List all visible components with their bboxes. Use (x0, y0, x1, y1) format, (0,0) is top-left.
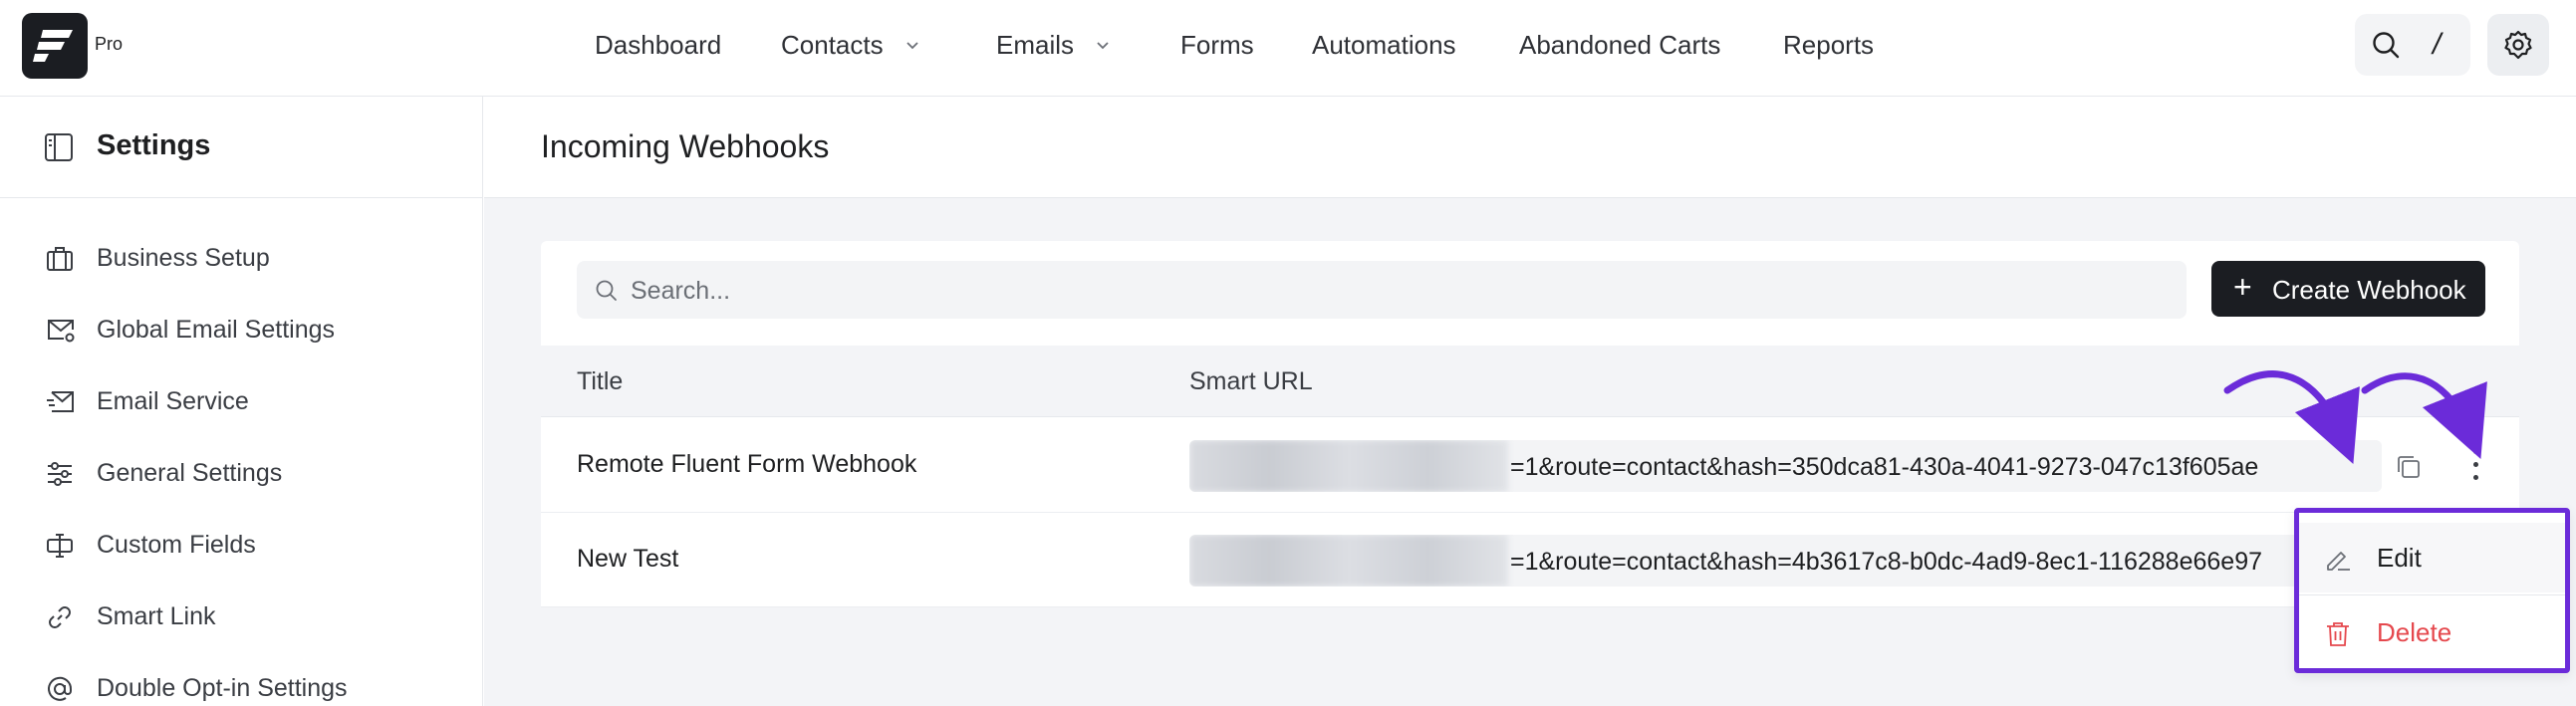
top-navbar: Pro Dashboard Contacts Emails Forms Auto… (0, 0, 2576, 97)
trash-icon (2327, 622, 2349, 646)
search-icon (2373, 32, 2400, 59)
link-icon (49, 606, 71, 628)
sidebar-item-global-email-settings[interactable]: Global Email Settings (0, 303, 483, 358)
main-content: Incoming Webhooks Search... + Create Web… (484, 97, 2576, 706)
page-title: Incoming Webhooks (541, 128, 830, 164)
sidebar-item-label: Double Opt-in Settings (97, 674, 348, 702)
blurred-url-prefix (1189, 535, 1508, 587)
sidebar-item-label: Email Service (97, 387, 249, 415)
nav-contacts[interactable]: Contacts (781, 30, 919, 61)
sidebar-item-label: Custom Fields (97, 531, 256, 559)
chevron-down-icon (905, 41, 918, 49)
copy-icon[interactable] (2396, 454, 2422, 480)
nav-dashboard[interactable]: Dashboard (595, 30, 721, 61)
smart-url-field[interactable]: =1&route=contact&hash=4b3617c8-b0dc-4ad9… (1189, 535, 2382, 587)
nav-label: Dashboard (595, 30, 722, 60)
settings-sidebar: Settings Business Setup Global Email Set… (0, 97, 483, 706)
nav-abandoned-carts[interactable]: Abandoned Carts (1519, 30, 1720, 61)
search-icon (596, 280, 617, 301)
sidebar-panel-icon[interactable] (44, 132, 74, 162)
text-cursor-icon (47, 534, 73, 558)
page-header: Incoming Webhooks (484, 97, 2576, 198)
sidebar-item-label: Smart Link (97, 602, 216, 630)
sidebar-item-label: General Settings (97, 459, 283, 487)
sidebar-item-business-setup[interactable]: Business Setup (0, 231, 483, 287)
nav-label: Abandoned Carts (1519, 30, 1721, 60)
settings-button[interactable] (2487, 14, 2549, 76)
column-header-smart-url: Smart URL (1189, 367, 1313, 395)
sidebar-item-double-opt-in[interactable]: Double Opt-in Settings (0, 661, 483, 706)
webhook-title: Remote Fluent Form Webhook (577, 450, 917, 478)
table-row: New Test =1&route=contact&hash=4b3617c8-… (541, 513, 2519, 607)
fluentcrm-logo-icon[interactable] (22, 13, 88, 79)
gear-icon (2504, 30, 2532, 60)
table-row: Remote Fluent Form Webhook =1&route=cont… (541, 418, 2519, 513)
sliders-icon (48, 462, 72, 486)
nav-reports[interactable]: Reports (1783, 30, 1874, 61)
menu-item-label: Delete (2377, 617, 2452, 647)
mail-send-icon (47, 391, 74, 412)
nav-automations[interactable]: Automations (1312, 30, 1456, 61)
nav-label: Automations (1312, 30, 1456, 60)
row-actions-dropdown: Edit Delete (2294, 508, 2570, 673)
sidebar-item-custom-fields[interactable]: Custom Fields (0, 518, 483, 574)
plus-icon: + (2233, 269, 2252, 305)
webhook-title: New Test (577, 545, 679, 573)
nav-label: Reports (1783, 30, 1875, 60)
search-placeholder: Search... (631, 277, 731, 305)
column-header-title: Title (577, 367, 624, 395)
menu-divider (2299, 594, 2565, 595)
sidebar-item-label: Business Setup (97, 244, 270, 272)
blurred-url-prefix (1189, 440, 1508, 492)
pro-label: Pro (95, 34, 124, 54)
sidebar-header: Settings (0, 97, 483, 198)
menu-item-edit[interactable]: Edit (2299, 523, 2565, 592)
row-actions-menu-icon[interactable] (2470, 445, 2482, 485)
mail-settings-icon (48, 320, 75, 343)
menu-item-delete[interactable]: Delete (2299, 597, 2565, 667)
create-webhook-label: Create Webhook (2272, 275, 2466, 305)
sidebar-item-general-settings[interactable]: General Settings (0, 446, 483, 502)
nav-label: Contacts (781, 30, 884, 60)
sidebar-title: Settings (97, 129, 211, 161)
webhooks-card: Search... + Create Webhook Title Smart U… (541, 241, 2519, 607)
smart-url-text: =1&route=contact&hash=4b3617c8-b0dc-4ad9… (1510, 548, 2263, 576)
search-shortcut-hint: / (2433, 28, 2442, 61)
nav-label: Emails (996, 30, 1075, 60)
pencil-icon (2327, 552, 2350, 571)
smart-url-text: =1&route=contact&hash=350dca81-430a-4041… (1510, 453, 2259, 481)
menu-item-label: Edit (2377, 543, 2422, 573)
table-header: Title Smart URL (541, 346, 2519, 417)
nav-emails[interactable]: Emails (996, 30, 1110, 61)
nav-label: Forms (1180, 30, 1254, 60)
smart-url-field[interactable]: =1&route=contact&hash=350dca81-430a-4041… (1189, 440, 2382, 492)
sidebar-item-label: Global Email Settings (97, 316, 336, 344)
global-search-button[interactable]: / (2355, 14, 2470, 76)
briefcase-icon (47, 247, 73, 271)
sidebar-item-email-service[interactable]: Email Service (0, 374, 483, 430)
search-input[interactable]: Search... (577, 261, 2187, 319)
sidebar-item-smart-link[interactable]: Smart Link (0, 589, 483, 645)
at-sign-icon (48, 676, 73, 701)
chevron-down-icon (1097, 41, 1109, 49)
nav-forms[interactable]: Forms (1180, 30, 1254, 61)
create-webhook-button[interactable]: + Create Webhook (2211, 261, 2485, 317)
